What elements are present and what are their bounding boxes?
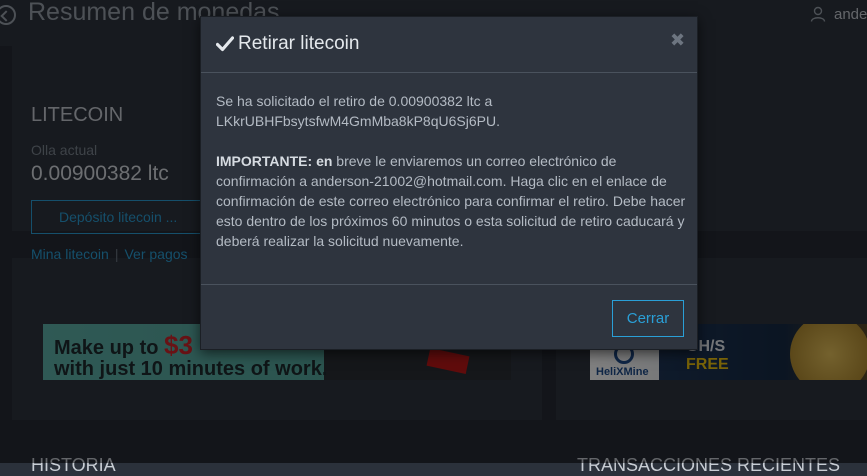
important-label: IMPORTANTE: en xyxy=(216,153,333,169)
modal-header: Retirar litecoin ✖ xyxy=(201,17,697,73)
modal-footer-divider xyxy=(201,284,697,285)
modal-title: Retirar litecoin xyxy=(238,33,360,54)
withdraw-modal: Retirar litecoin ✖ Se ha solicitado el r… xyxy=(200,16,698,350)
important-notice: IMPORTANTE: en breve le enviaremos un co… xyxy=(216,151,686,251)
close-button[interactable]: Cerrar xyxy=(612,300,684,337)
withdraw-message: Se ha solicitado el retiro de 0.00900382… xyxy=(216,93,500,129)
close-icon[interactable]: ✖ xyxy=(670,30,685,51)
check-icon xyxy=(216,36,234,52)
modal-body: Se ha solicitado el retiro de 0.00900382… xyxy=(216,91,686,271)
